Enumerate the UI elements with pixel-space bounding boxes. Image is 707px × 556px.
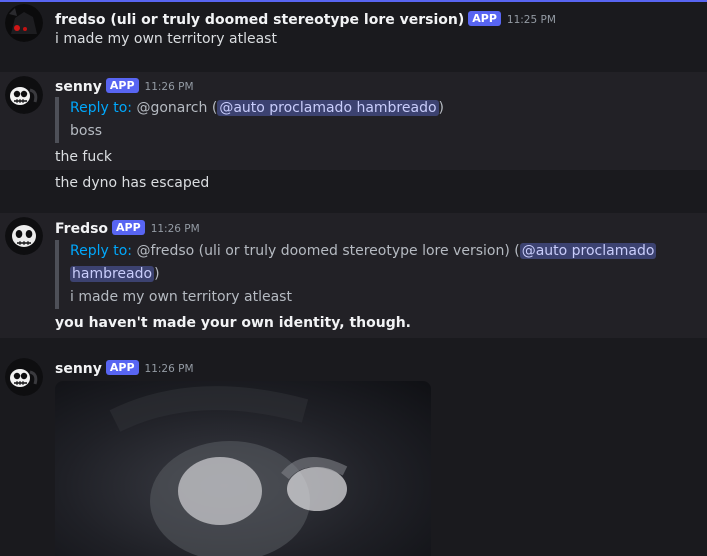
timestamp[interactable]: 11:25 PM xyxy=(507,14,556,26)
senny-avatar-icon[interactable] xyxy=(5,76,43,114)
fredso-skull-avatar-icon[interactable] xyxy=(5,217,43,255)
app-badge: APP xyxy=(468,11,501,26)
author-name[interactable]: Fredso xyxy=(55,221,108,237)
author-name[interactable]: fredso (uli or truly doomed stereotype l… xyxy=(55,12,464,28)
senny-avatar-icon[interactable] xyxy=(5,358,43,396)
timestamp[interactable]: 11:26 PM xyxy=(151,223,200,235)
author-name[interactable]: senny xyxy=(55,79,102,95)
message-text: i made my own territory atleast xyxy=(55,31,277,47)
reply-target: @gonarch xyxy=(136,100,208,116)
timestamp[interactable]: 11:26 PM xyxy=(145,363,194,375)
user-mention[interactable]: @auto proclamado hambreado xyxy=(217,100,439,116)
user-mention-continued[interactable]: hambreado xyxy=(70,266,155,282)
reply-to-label: Reply to: xyxy=(70,243,132,259)
fredso-avatar-icon[interactable] xyxy=(5,4,43,42)
quoted-text: i made my own territory atleast xyxy=(70,289,292,305)
app-badge: APP xyxy=(105,360,139,375)
message-text: the dyno has escaped xyxy=(55,175,210,191)
user-mention[interactable]: @auto proclamado xyxy=(519,243,657,259)
app-badge: APP xyxy=(112,220,145,235)
reply-to-label: Reply to: xyxy=(70,100,132,116)
timestamp[interactable]: 11:26 PM xyxy=(145,81,194,93)
quoted-text: boss xyxy=(70,123,103,139)
message-text: the fuck xyxy=(55,149,113,165)
message-senny: senny APP 11:26 PM Reply to: @gonarch (@au… xyxy=(0,72,707,170)
message-fredso-reply: Fredso APP 11:26 PM Reply to: @fredso (uli… xyxy=(0,213,707,338)
reply-quote[interactable]: Reply to: @gonarch (@auto proclamado ham… xyxy=(55,97,444,143)
reply-quote[interactable]: Reply to: @fredso (uli or truly doomed s… xyxy=(55,240,657,309)
author-name[interactable]: senny xyxy=(55,361,102,377)
message-text: you haven't made your own identity, thou… xyxy=(55,315,411,331)
app-badge: APP xyxy=(105,78,139,93)
media-attachment[interactable] xyxy=(55,381,431,556)
reply-target: @fredso (uli or truly doomed stereotype … xyxy=(136,243,510,259)
message-continuation: the dyno has escaped xyxy=(0,172,707,198)
message-fredso: fredso (uli or truly doomed stereotype l… xyxy=(0,0,707,62)
